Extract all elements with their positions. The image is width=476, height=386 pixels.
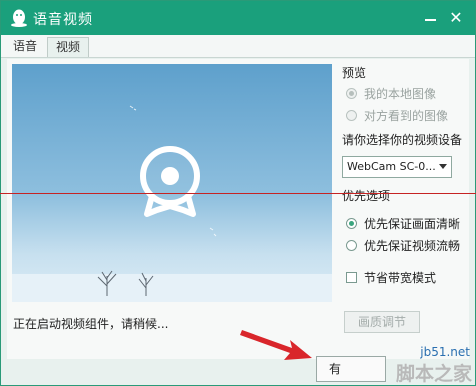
bandwidth-checkbox[interactable]	[346, 272, 357, 283]
radio-remote-image[interactable]	[346, 110, 357, 121]
radio-smooth-video[interactable]	[346, 240, 357, 251]
radio-clear-picture-label: 优先保证画面清晰	[364, 217, 461, 231]
radio-smooth-video-label: 优先保证视频流畅	[364, 239, 461, 253]
watermark-name: 脚本之家	[395, 363, 472, 385]
video-panel: 正在启动视频组件，请稍候... 预览 我的本地图像 对方看到的图像 请你选择你的…	[7, 59, 469, 359]
annotation-red-line	[0, 193, 476, 194]
webcam-icon	[140, 146, 200, 217]
window-title: 语音视频	[33, 12, 93, 28]
sky-scene	[12, 105, 332, 302]
radio-clear-picture[interactable]	[346, 218, 357, 229]
preview-heading: 预览	[342, 66, 367, 80]
close-icon[interactable]: ✕	[445, 7, 467, 29]
watermark: jb51.net 脚本之家	[372, 343, 476, 386]
radio-local-image[interactable]	[346, 88, 357, 99]
radio-local-image-label: 我的本地图像	[364, 87, 437, 101]
red-arrow-icon	[240, 330, 312, 360]
qq-penguin-icon	[11, 9, 27, 27]
video-preview	[12, 64, 332, 302]
dropdown-arrow-icon	[439, 164, 447, 169]
tab-strip: 语音 视频	[1, 35, 475, 58]
video-device-value: WebCam SC-0...	[347, 160, 436, 173]
minimize-icon[interactable]	[419, 7, 441, 29]
video-device-select[interactable]: WebCam SC-0...	[342, 156, 452, 178]
priority-heading: 优先选项	[342, 189, 391, 203]
bandwidth-checkbox-label: 节省带宽模式	[364, 271, 437, 285]
tab-video[interactable]: 视频	[47, 37, 90, 57]
device-prompt: 请你选择你的视频设备	[342, 133, 463, 147]
watermark-site: jb51.net	[420, 345, 470, 359]
settings-panel: 预览 我的本地图像 对方看到的图像 请你选择你的视频设备 WebCam SC-0…	[340, 59, 468, 359]
title-bar[interactable]: 语音视频 ✕	[1, 1, 475, 35]
radio-remote-image-label: 对方看到的图像	[364, 109, 449, 123]
video-status-text: 正在启动视频组件，请稍候...	[13, 317, 169, 331]
tab-voice[interactable]: 语音	[5, 37, 45, 57]
quality-adjust-button[interactable]: 画质调节	[344, 311, 420, 333]
